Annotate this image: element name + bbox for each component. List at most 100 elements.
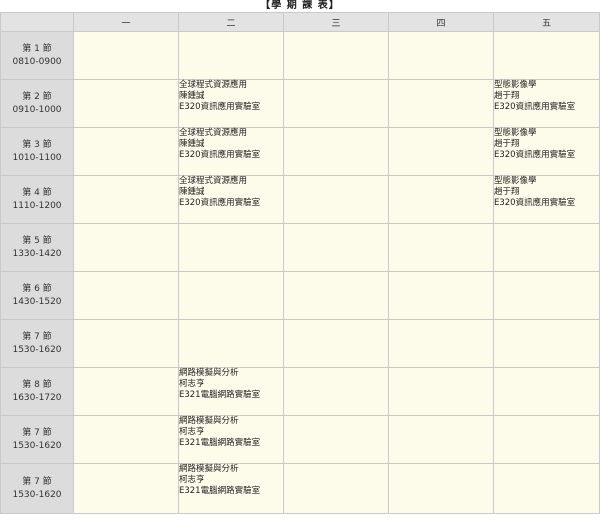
schedule-cell[interactable] — [73, 31, 179, 80]
course-teacher: 趙于翔 — [494, 139, 520, 149]
schedule-cell[interactable] — [73, 127, 179, 176]
period-row: 第 4 節 1110-1200 全球程式資源應用 陳鍾誠 E320資訊應用實驗室 型態影像… — [0, 175, 600, 224]
period-label: 第 7 節 — [22, 476, 52, 487]
schedule-cell[interactable] — [283, 223, 389, 272]
period-time: 1530-1620 — [12, 489, 62, 500]
schedule-cell[interactable] — [388, 31, 494, 80]
course-teacher: 柯志亨 — [179, 427, 205, 437]
schedule-cell[interactable] — [493, 31, 600, 80]
schedule-cell[interactable]: 全球程式資源應用 陳鍾誠 E320資訊應用實驗室 — [178, 175, 284, 224]
course-room: E320資訊應用實驗室 — [179, 102, 261, 112]
schedule-cell[interactable]: 型態影像學 趙于翔 E320資訊應用實驗室 — [493, 79, 600, 128]
course-room: E320資訊應用實驗室 — [494, 102, 576, 112]
schedule-cell[interactable] — [388, 319, 494, 368]
schedule-cell[interactable] — [73, 319, 179, 368]
course-name: 網路模擬與分析 — [179, 368, 239, 378]
period-cell: 第 4 節 1110-1200 — [0, 175, 74, 224]
schedule-cell[interactable] — [493, 223, 600, 272]
schedule-cell[interactable] — [493, 463, 600, 514]
course-room: E321電腦網路實驗室 — [179, 486, 261, 496]
period-cell: 第 7 節 1530-1620 — [0, 463, 74, 514]
period-cell: 第 7 節 1530-1620 — [0, 415, 74, 464]
period-row: 第 3 節 1010-1100 全球程式資源應用 陳鍾誠 E320資訊應用實驗室 型態影像… — [0, 127, 600, 176]
schedule-cell[interactable] — [73, 223, 179, 272]
schedule-cell[interactable] — [178, 271, 284, 320]
course-teacher: 陳鍾誠 — [179, 139, 205, 149]
schedule-cell[interactable] — [73, 463, 179, 514]
schedule-cell[interactable] — [73, 415, 179, 464]
schedule-cell[interactable] — [388, 127, 494, 176]
period-label: 第 8 節 — [22, 379, 52, 390]
period-row: 第 6 節 1430-1520 — [0, 271, 600, 320]
schedule-cell[interactable] — [388, 463, 494, 514]
schedule-cell[interactable]: 型態影像學 趙于翔 E320資訊應用實驗室 — [493, 127, 600, 176]
schedule-cell[interactable] — [283, 271, 389, 320]
schedule-cell[interactable] — [388, 415, 494, 464]
schedule-cell[interactable] — [178, 223, 284, 272]
period-cell: 第 6 節 1430-1520 — [0, 271, 74, 320]
schedule-cell[interactable] — [283, 463, 389, 514]
schedule-body: 第 1 節 0810-0900 第 2 節 0910-1000 全球程式資源應用 陳鍾誠 E… — [0, 31, 600, 514]
schedule-cell[interactable] — [493, 319, 600, 368]
schedule-cell[interactable] — [283, 31, 389, 80]
period-label: 第 3 節 — [22, 139, 52, 150]
course-teacher: 陳鍾誠 — [179, 91, 205, 101]
day-header-fri: 五 — [493, 12, 600, 32]
schedule-cell[interactable]: 全球程式資源應用 陳鍾誠 E320資訊應用實驗室 — [178, 127, 284, 176]
schedule-cell[interactable] — [73, 175, 179, 224]
period-cell: 第 3 節 1010-1100 — [0, 127, 74, 176]
period-row: 第 8 節 1630-1720 網路模擬與分析 柯志亨 E321電腦網路實驗室 — [0, 367, 600, 416]
schedule-cell[interactable] — [493, 367, 600, 416]
schedule-cell[interactable] — [493, 415, 600, 464]
schedule-cell[interactable] — [283, 319, 389, 368]
course-name: 全球程式資源應用 — [179, 80, 248, 90]
period-time: 1530-1620 — [12, 344, 62, 355]
period-label: 第 5 節 — [22, 235, 52, 246]
schedule-table: 一 二 三 四 五 第 1 節 0810-0900 第 2 節 0910-1000 全球… — [0, 12, 600, 514]
schedule-cell[interactable] — [283, 127, 389, 176]
period-cell: 第 2 節 0910-1000 — [0, 79, 74, 128]
course-room: E320資訊應用實驗室 — [494, 198, 576, 208]
schedule-cell[interactable] — [388, 223, 494, 272]
schedule-cell[interactable] — [178, 31, 284, 80]
schedule-cell[interactable] — [73, 79, 179, 128]
schedule-cell[interactable] — [283, 175, 389, 224]
schedule-cell[interactable] — [283, 415, 389, 464]
period-time: 1530-1620 — [12, 440, 62, 451]
schedule-cell[interactable]: 網路模擬與分析 柯志亨 E321電腦網路實驗室 — [178, 415, 284, 464]
schedule-cell[interactable] — [283, 367, 389, 416]
schedule-cell[interactable]: 型態影像學 趙于翔 E320資訊應用實驗室 — [493, 175, 600, 224]
schedule-cell[interactable] — [388, 79, 494, 128]
schedule-cell[interactable]: 網路模擬與分析 柯志亨 E321電腦網路實驗室 — [178, 463, 284, 514]
schedule-cell[interactable] — [73, 271, 179, 320]
period-row: 第 7 節 1530-1620 — [0, 319, 600, 368]
schedule-cell[interactable] — [493, 271, 600, 320]
schedule-cell[interactable] — [178, 319, 284, 368]
schedule-cell[interactable]: 網路模擬與分析 柯志亨 E321電腦網路實驗室 — [178, 367, 284, 416]
course-room: E321電腦網路實驗室 — [179, 438, 261, 448]
course-teacher: 柯志亨 — [179, 379, 205, 389]
course-room: E320資訊應用實驗室 — [494, 150, 576, 160]
period-cell: 第 1 節 0810-0900 — [0, 31, 74, 80]
course-name: 型態影像學 — [494, 176, 537, 186]
course-name: 網路模擬與分析 — [179, 464, 239, 474]
schedule-cell[interactable]: 全球程式資源應用 陳鍾誠 E320資訊應用實驗室 — [178, 79, 284, 128]
schedule-cell[interactable] — [388, 367, 494, 416]
period-time: 0810-0900 — [12, 56, 62, 67]
schedule-cell[interactable] — [388, 175, 494, 224]
period-row: 第 2 節 0910-1000 全球程式資源應用 陳鍾誠 E320資訊應用實驗室 型態影像… — [0, 79, 600, 128]
schedule-cell[interactable] — [73, 367, 179, 416]
period-label: 第 4 節 — [22, 187, 52, 198]
schedule-cell[interactable] — [283, 79, 389, 128]
course-teacher: 趙于翔 — [494, 91, 520, 101]
period-row: 第 1 節 0810-0900 — [0, 31, 600, 80]
period-row: 第 7 節 1530-1620 網路模擬與分析 柯志亨 E321電腦網路實驗室 — [0, 415, 600, 464]
course-teacher: 趙于翔 — [494, 187, 520, 197]
period-row: 第 5 節 1330-1420 — [0, 223, 600, 272]
course-room: E321電腦網路實驗室 — [179, 390, 261, 400]
period-cell: 第 8 節 1630-1720 — [0, 367, 74, 416]
period-row: 第 7 節 1530-1620 網路模擬與分析 柯志亨 E321電腦網路實驗室 — [0, 463, 600, 514]
course-name: 全球程式資源應用 — [179, 176, 248, 186]
course-room: E320資訊應用實驗室 — [179, 150, 261, 160]
schedule-cell[interactable] — [388, 271, 494, 320]
